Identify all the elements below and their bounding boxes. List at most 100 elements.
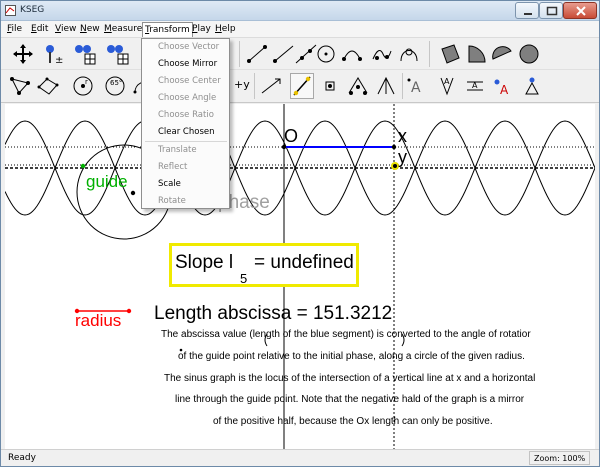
description-line-5: of the positive half, because the Ox len… (213, 416, 493, 427)
perimeter-tool-icon[interactable] (37, 75, 59, 97)
menu-scale[interactable]: Scale (158, 179, 181, 189)
menu-choose-vector[interactable]: Choose Vector (158, 42, 219, 52)
toolbar-separator (402, 73, 403, 99)
distance-tool-icon[interactable] (9, 75, 31, 97)
move-tool-icon[interactable] (13, 44, 33, 64)
description-line-2: of the guide point relative to the initi… (178, 351, 525, 362)
point-grid-tool-icon[interactable] (74, 43, 100, 65)
slope-label: Slope l (175, 252, 234, 273)
maximize-button[interactable] (539, 2, 563, 19)
menu-view[interactable]: View (55, 24, 76, 34)
description-line-4: line through the guide point. Note that … (175, 394, 525, 405)
menu-transform[interactable]: Transform (142, 22, 193, 37)
menu-translate[interactable]: Translate (158, 145, 197, 155)
maximize-icon (546, 6, 558, 16)
menu-play[interactable]: Play (192, 24, 211, 34)
menu-choose-center[interactable]: Choose Center (158, 76, 221, 86)
menu-new[interactable]: New (80, 24, 100, 34)
y-point-label: y (398, 147, 407, 167)
menu-file[interactable]: File (7, 24, 22, 34)
slope-subscript: 5 (240, 271, 248, 286)
perpendicular-tool-icon[interactable] (290, 73, 314, 99)
triangle-tool-icon[interactable] (346, 75, 370, 97)
menu-choose-mirror[interactable]: Choose Mirror (158, 59, 217, 69)
kseg-window: KSEG File Edit View New Measure Transfor… (0, 0, 600, 467)
length-measurement[interactable]: Length abscissa = 151.3212 (154, 303, 392, 325)
menu-bar: File Edit View New Measure Transform Pla… (1, 21, 599, 38)
guide-label: guide (86, 172, 128, 191)
slope-value: = undefined (254, 252, 354, 273)
point-grid-plus-tool-icon[interactable] (106, 43, 134, 65)
circle-tool-icon[interactable] (315, 43, 337, 65)
svg-text:A: A (500, 83, 509, 97)
zoom-indicator: Zoom: 100% (529, 451, 591, 465)
menu-choose-angle[interactable]: Choose Angle (158, 93, 216, 103)
title-bar: KSEG (1, 1, 599, 21)
status-text: Ready (8, 453, 36, 463)
toolbar-measure: r 65° +y A A A A (1, 70, 599, 103)
close-button[interactable] (563, 2, 597, 19)
origin-label: O (284, 126, 299, 146)
vertical-measure-tool-icon[interactable]: A (435, 74, 459, 98)
menu-reflect[interactable]: Reflect (158, 162, 187, 172)
bezier-tool-icon[interactable] (398, 43, 420, 65)
guide-start-point[interactable] (80, 163, 86, 169)
radius-end-point[interactable] (126, 308, 132, 314)
close-icon (576, 6, 586, 16)
description-line-3: The sinus graph is the locus of the inte… (164, 373, 536, 384)
point-label-tool-icon[interactable]: A (491, 74, 515, 98)
status-bar: Ready Zoom: 100% (1, 449, 599, 466)
menu-measure[interactable]: Measure (104, 24, 142, 34)
locus-tool-icon[interactable] (371, 43, 393, 65)
new-point-tool-icon[interactable]: ± (42, 43, 66, 65)
y-point[interactable] (393, 164, 397, 168)
kseg-app-icon (5, 5, 16, 16)
slope-measurement-box[interactable]: Slope l 5 = undefined (169, 243, 359, 287)
sketch-canvas[interactable]: O x y guide phase radius Slope l 5 = und… (5, 104, 595, 449)
menu-separator (145, 141, 227, 142)
angle-tool-icon[interactable]: 65° (103, 74, 127, 98)
arc-tool-icon[interactable] (341, 43, 363, 65)
polygon-fill-tool-icon[interactable] (439, 43, 461, 65)
window-title: KSEG (20, 5, 45, 15)
svg-text:A: A (444, 77, 450, 86)
dotted-horizontal-lines (5, 146, 595, 169)
menu-edit[interactable]: Edit (31, 24, 48, 34)
x-point-label: x (398, 126, 407, 146)
svg-text:65°: 65° (110, 79, 122, 87)
toolbar-separator (239, 41, 240, 67)
segment-tool-icon[interactable] (246, 44, 268, 64)
sector-fill-tool-icon[interactable] (465, 43, 487, 65)
toolbar-separator (254, 73, 255, 99)
menu-clear-chosen[interactable]: Clear Chosen (158, 127, 215, 137)
bisector-tool-icon[interactable] (374, 75, 398, 97)
radius-label: radius (75, 311, 122, 330)
midpoint-tool-icon[interactable] (259, 75, 283, 97)
x-point[interactable] (391, 144, 397, 150)
ray-tool-icon[interactable] (272, 44, 294, 64)
label-tool-icon[interactable]: A (406, 74, 428, 98)
intersection-tool-icon[interactable] (319, 75, 341, 97)
menu-help[interactable]: Help (215, 24, 236, 34)
area-tool-icon[interactable]: r (71, 74, 95, 98)
svg-text:A: A (472, 81, 478, 90)
line-tool-icon[interactable] (295, 43, 317, 65)
description-line-1: The abscissa value (length of the blue s… (161, 329, 531, 340)
svg-text:A: A (411, 80, 421, 96)
svg-text:r: r (85, 78, 88, 86)
toolbar-separator (429, 41, 430, 67)
sine-graph-curve (5, 120, 595, 170)
guide-point[interactable] (130, 190, 136, 196)
svg-text:±: ± (55, 55, 63, 65)
arc-segment-fill-tool-icon[interactable] (491, 43, 513, 65)
circle-fill-tool-icon[interactable] (518, 43, 540, 65)
horizontal-measure-tool-icon[interactable]: A (463, 74, 487, 98)
minimize-icon (524, 13, 532, 15)
plus-y-tool[interactable]: +y (234, 78, 250, 91)
color-tool-icon[interactable] (521, 74, 545, 98)
toolbar-construct: ± (1, 38, 599, 70)
menu-choose-ratio[interactable]: Choose Ratio (158, 110, 214, 120)
transform-menu: Choose Vector Choose Mirror Choose Cente… (141, 38, 230, 209)
menu-rotate[interactable]: Rotate (158, 196, 186, 206)
minimize-button[interactable] (515, 2, 539, 19)
